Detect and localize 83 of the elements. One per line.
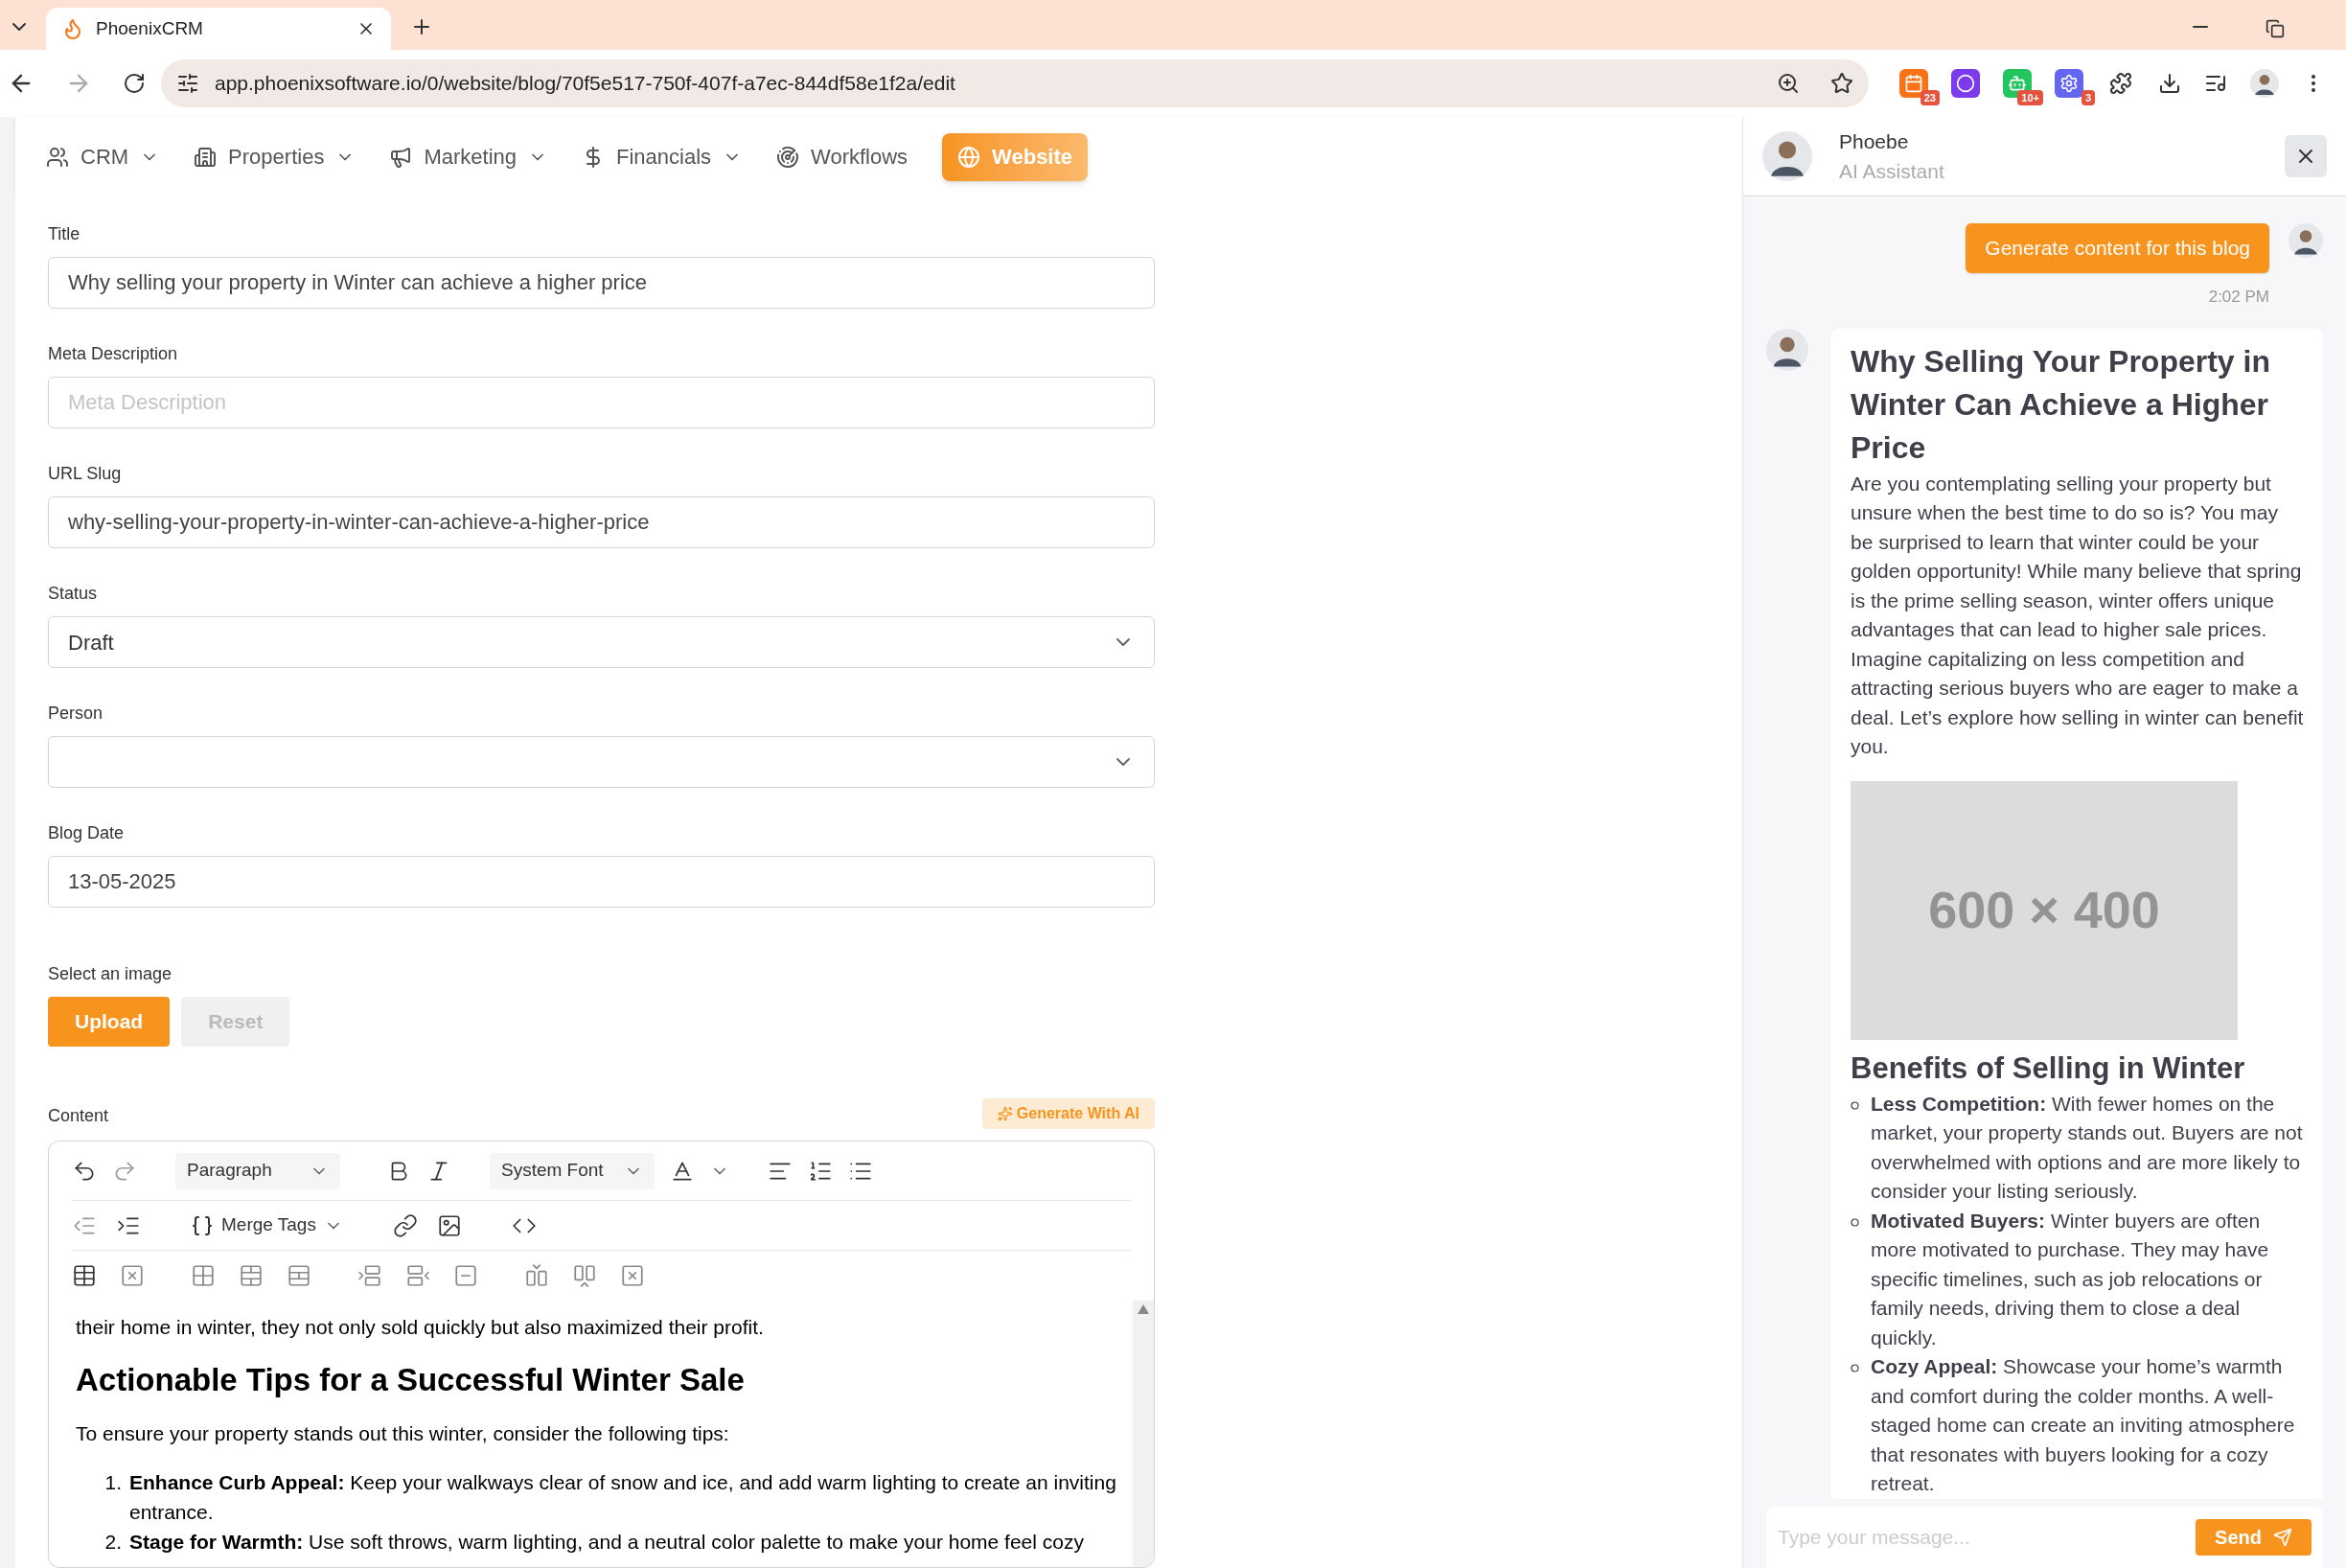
braces-icon [191,1213,214,1237]
bullet-icon [1851,1217,1859,1227]
list-number: 2. [104,1530,122,1555]
text-field[interactable]: 13-05-2025 [48,856,1155,908]
select-field[interactable] [48,736,1155,788]
merge-tags-dropdown[interactable]: Merge Tags [191,1211,343,1239]
list-number: 1. [104,1470,122,1495]
delete-table-icon[interactable] [120,1263,145,1288]
sparkles-icon [997,1106,1013,1121]
ring-icon[interactable] [1951,69,1980,98]
delete-row-icon[interactable] [453,1263,478,1288]
nav-tab[interactable]: Marketing [389,141,547,173]
reply-bullet: Motivated Buyers: Winter buyers are often more motivated to purchase. They may have specific timelines, such as job relocations or family needs, driving them to close a deal quickly. [1871,1208,2270,1350]
megaphone-icon [389,145,413,169]
delete-column-icon[interactable] [620,1263,645,1288]
scrollbar[interactable] [1133,1301,1154,1567]
extension-badge: 3 [2081,89,2095,105]
nav-tab[interactable]: Workflows [776,141,908,173]
field-label: Status [48,583,99,605]
restore-icon[interactable] [2266,19,2285,38]
zoom-icon[interactable] [1777,72,1800,95]
assistant-role: AI Assistant [1839,159,1945,184]
profile-avatar [2250,69,2279,98]
assistant-avatar [1762,131,1812,181]
field-label: Meta Description [48,343,179,365]
scroll-up-icon[interactable] [1138,1304,1149,1314]
building-icon [194,145,218,169]
bullet-icon [1851,1364,1859,1372]
table-cell-icon[interactable] [191,1263,216,1288]
editor-heading: Actionable Tips for a Successful Winter Sale [76,1361,746,1399]
text-field[interactable]: Why selling your property in Winter can achieve a higher price [48,257,1155,309]
message-time: 2:02 PM [2208,287,2269,308]
gear-icon[interactable] [2055,69,2083,98]
site-info-icon[interactable] [176,72,199,95]
block-format-dropdown[interactable]: Paragraph [175,1152,340,1189]
radar-icon [776,145,800,169]
split-cells-icon[interactable] [287,1263,311,1288]
insert-column-icon[interactable] [524,1263,549,1288]
user-avatar [2288,223,2323,258]
nav-tab[interactable]: Properties [194,141,356,173]
nav-tab[interactable]: Financials [582,141,743,173]
text-field[interactable]: Meta Description [48,377,1155,428]
editor-paragraph: their home in winter, they not only sold quickly but also maximized their profit. [76,1315,765,1340]
send-icon [2273,1528,2292,1547]
reload-icon[interactable] [123,72,146,95]
merge-cells-icon[interactable] [239,1263,264,1288]
field-label: Person [48,703,104,725]
insert-row-icon[interactable] [357,1263,382,1288]
address-bar[interactable]: app.phoenixsoftware.io/0/website/blog/70f5e517-750f-407f-a7ec-844df58e1f2a/edit [161,59,1869,107]
reply-subheading: Benefits of Selling in Winter [1851,1049,2246,1087]
globe-icon [957,145,981,169]
field-label: Title [48,223,81,245]
placeholder-image: 600 × 400 [1851,780,2238,1040]
user-message: Generate content for this blog [1966,223,2269,273]
download-icon[interactable] [2158,72,2181,95]
image-icon[interactable] [436,1212,462,1238]
assistant-name: Phoebe [1839,128,1910,154]
link-icon[interactable] [392,1212,418,1238]
browser-tab[interactable]: PhoenixCRM [46,8,391,50]
star-icon[interactable] [1830,72,1853,95]
insert-column-icon[interactable] [572,1263,597,1288]
table-icon[interactable] [72,1263,97,1288]
field-label: Blog Date [48,822,126,844]
field-label: URL Slug [48,463,123,485]
nav-tab[interactable]: CRM [46,141,160,173]
editor-list-item: Stage for Warmth: Use soft throws, warm lighting, and a neutral color palette to make your home feel cozy [129,1530,1084,1555]
editor-paragraph: To ensure your property stands out this winter, consider the following tips: [76,1421,730,1446]
reply-bullet: Less Competition: With fewer homes on the market, your property stands out. Buyers are not overwhelmed with options and are more likely to consider your listing seriously. [1871,1091,2304,1204]
people-icon [46,145,69,169]
font-dropdown[interactable]: System Font [490,1152,655,1189]
field-label: Select an image [48,963,173,985]
extension-badge: 10+ [2017,89,2043,105]
reply-paragraph: Are you contemplating selling your property but unsure when the best time to do so is? You may be surprised to learn that winter could be your golden opportunity! While many believe that spring is the prime selling season, winter offers unique advantages that can lead to higher sale prices. Imagine capitalizing on less competition and attracting serious buyers who are eager to make a deal. Let’s explore how selling in winter can benefit you. [1851,471,2304,759]
field-label: Content [48,1105,109,1127]
assistant-avatar [1766,328,1808,371]
editor-list-item: Enhance Curb Appeal: Keep your walkways clear of snow and ice, and add warm lighting to create an inviting entrance. [129,1470,1117,1525]
reply-title: Why Selling Your Property in Winter Can Achieve a Higher Price [1851,342,2271,467]
close-button[interactable] [2285,135,2327,177]
reply-bullet: Cozy Appeal: Showcase your home’s warmth and comfort during the colder months. A well-staged home can create an inviting atmosphere that resonates with buyers looking for a cozy retreat. [1871,1354,2296,1496]
select-field[interactable]: Draft [48,616,1155,668]
insert-row-icon[interactable] [405,1263,430,1288]
bullet-icon [1851,1100,1859,1110]
text-field[interactable]: why-selling-your-property-in-winter-can-achieve-a-higher-price [48,496,1155,548]
